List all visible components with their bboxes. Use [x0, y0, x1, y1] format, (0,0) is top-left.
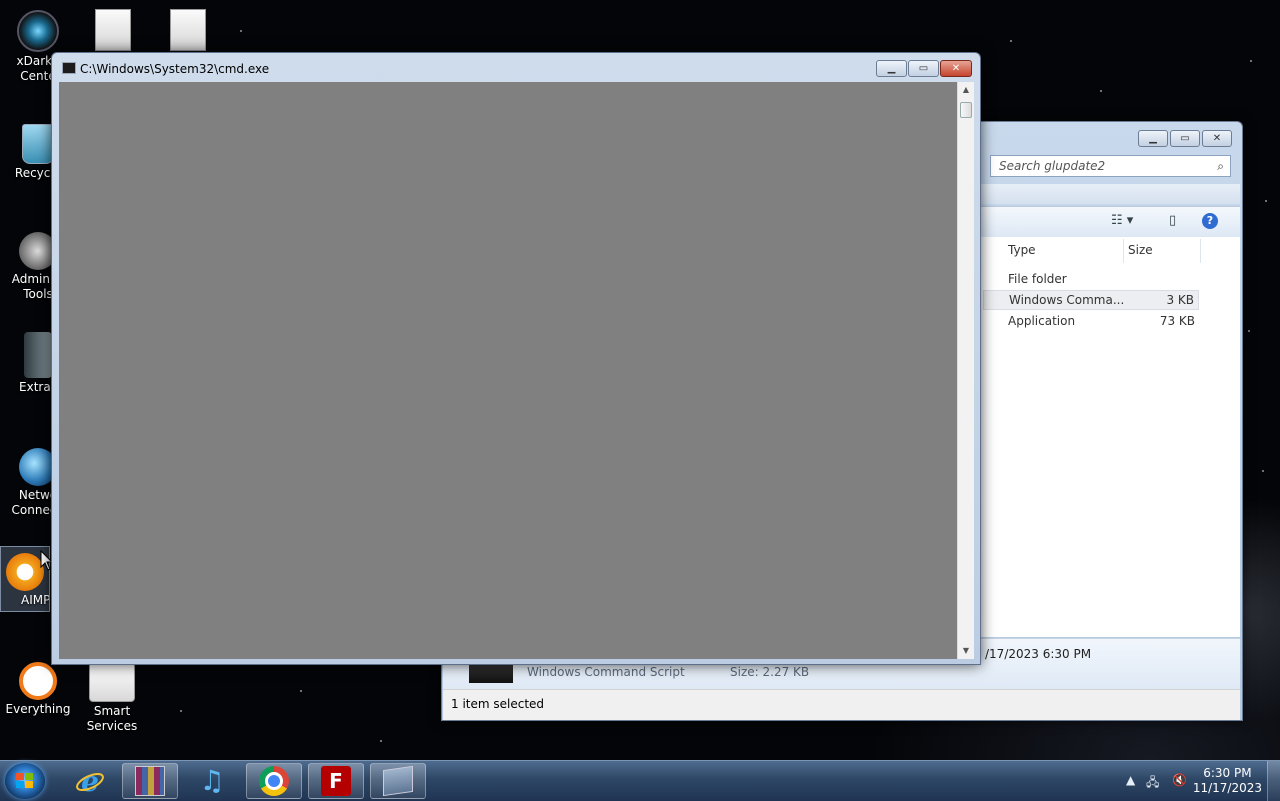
column-separator: [1123, 239, 1124, 263]
taskbar-filezilla[interactable]: F: [308, 763, 364, 799]
taskbar: e ♫ F ▲ 🖧 🔇 6:30 PM 11/17/2023: [0, 760, 1280, 801]
svg-text:e: e: [81, 766, 99, 796]
scroll-up-arrow-icon[interactable]: ▲: [958, 82, 974, 98]
file-type: Application: [1008, 314, 1076, 328]
close-button[interactable]: ✕: [1202, 130, 1232, 147]
list-item[interactable]: File folder: [983, 269, 1199, 289]
details-date: /17/2023 6:30 PM: [985, 647, 1092, 661]
document-file-icon[interactable]: [170, 9, 206, 51]
start-button[interactable]: [5, 763, 45, 799]
column-header-type[interactable]: Type: [1008, 243, 1036, 257]
clock-date: 11/17/2023: [1192, 781, 1262, 795]
smart-services-icon: [89, 662, 135, 702]
clock[interactable]: 6:30 PM 11/17/2023: [1193, 766, 1262, 796]
file-type: Windows Comma...: [1009, 293, 1125, 307]
document-file-icon[interactable]: [95, 9, 131, 51]
internet-explorer-icon: e: [76, 766, 104, 796]
search-input[interactable]: Search glupdate2 ⌕: [990, 155, 1231, 177]
itunes-icon: ♫: [199, 764, 225, 797]
list-item[interactable]: Windows Comma... 3 KB: [983, 290, 1199, 310]
search-placeholder: Search glupdate2: [999, 159, 1106, 173]
preview-pane-icon[interactable]: ▯: [1169, 213, 1176, 228]
everything-icon: [19, 662, 57, 700]
details-size: Size: 2.27 KB: [730, 665, 810, 679]
folder-icon: [24, 332, 52, 378]
desktop-icon-label: Smart Services: [86, 704, 138, 733]
aimp-icon: [6, 553, 44, 591]
maximize-button[interactable]: ▭: [908, 60, 939, 77]
cmd-taskbar-icon: [383, 765, 413, 797]
close-button[interactable]: ✕: [940, 60, 972, 77]
network-tray-icon[interactable]: 🖧: [1146, 773, 1159, 794]
cmd-app-icon[interactable]: [62, 62, 76, 74]
cmd-caption-buttons: ▁ ▭ ✕: [876, 60, 972, 77]
console-area[interactable]: [59, 82, 957, 659]
taskbar-cmd[interactable]: [370, 763, 426, 799]
minimize-button[interactable]: ▁: [1138, 130, 1168, 147]
column-header-size[interactable]: Size: [1128, 243, 1153, 257]
clock-time: 6:30 PM: [1203, 766, 1252, 780]
file-size: 3 KB: [1166, 293, 1194, 307]
column-separator: [1200, 239, 1201, 263]
desktop-icon-label: AIMP: [21, 593, 50, 607]
cmd-window-title: C:\Windows\System32\cmd.exe: [80, 62, 270, 76]
cmd-window[interactable]: C:\Windows\System32\cmd.exe ▁ ▭ ✕ ▲ ▼: [51, 52, 981, 665]
file-type: File folder: [1008, 272, 1067, 286]
file-thumbnail-icon: [469, 665, 513, 683]
volume-muted-icon[interactable]: 🔇: [1172, 773, 1187, 787]
file-size: 73 KB: [1159, 314, 1195, 328]
desktop-icon-everything[interactable]: Everything: [0, 662, 76, 717]
help-icon[interactable]: ?: [1202, 213, 1218, 229]
list-item[interactable]: Application 73 KB: [983, 311, 1199, 331]
desktop-icon-label: Everything: [5, 702, 71, 716]
taskbar-chrome[interactable]: [246, 763, 302, 799]
status-bar: 1 item selected: [443, 689, 1240, 720]
taskbar-itunes[interactable]: ♫: [184, 763, 240, 799]
xdark-icon: [17, 10, 59, 52]
details-file-type: Windows Command Script: [527, 665, 685, 679]
scroll-down-arrow-icon[interactable]: ▼: [958, 643, 974, 659]
minimize-button[interactable]: ▁: [876, 60, 907, 77]
taskbar-winrar[interactable]: [122, 763, 178, 799]
search-icon[interactable]: ⌕: [1217, 156, 1224, 176]
show-desktop-button[interactable]: [1267, 761, 1280, 801]
scroll-thumb[interactable]: [960, 102, 972, 118]
desktop-icon-smart-services[interactable]: Smart Services: [74, 662, 150, 734]
vertical-scrollbar[interactable]: ▲ ▼: [957, 82, 974, 659]
windows-logo-icon: [16, 773, 34, 789]
view-options-icon[interactable]: ☷ ▾: [1111, 213, 1133, 228]
taskbar-internet-explorer[interactable]: e: [62, 763, 118, 799]
maximize-button[interactable]: ▭: [1170, 130, 1200, 147]
filezilla-icon: F: [321, 766, 351, 796]
explorer-caption-buttons: ▁ ▭ ✕: [1138, 130, 1232, 147]
recycle-bin-icon: [22, 124, 54, 164]
status-text: 1 item selected: [451, 697, 545, 711]
winrar-icon: [135, 766, 165, 796]
chrome-icon: [259, 766, 289, 796]
show-hidden-icons-icon[interactable]: ▲: [1126, 773, 1135, 787]
